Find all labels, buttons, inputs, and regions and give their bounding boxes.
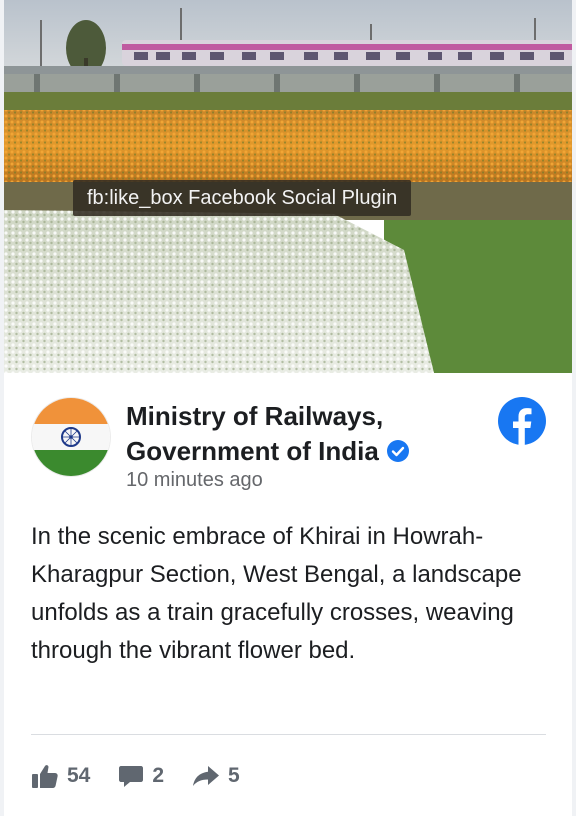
page-name-link[interactable]: Ministry of Railways, Government of Indi…: [126, 399, 466, 469]
verified-badge-icon: [386, 440, 409, 462]
post-timestamp[interactable]: 10 minutes ago: [126, 469, 263, 492]
comment-count: 2: [152, 764, 165, 787]
tooltip-text: fb:like_box Facebook Social Plugin: [87, 186, 398, 209]
share-count: 5: [228, 764, 240, 787]
page-avatar[interactable]: [32, 398, 110, 476]
india-flag-icon: [32, 398, 110, 476]
post-photo[interactable]: fb:like_box Facebook Social Plugin: [4, 0, 572, 373]
facebook-post-card: fb:like_box Facebook Social Plugin Minis…: [4, 0, 572, 816]
page-name-text: Ministry of Railways, Government of Indi…: [126, 401, 384, 466]
share-button[interactable]: 5: [192, 764, 240, 788]
social-plugin-tooltip: fb:like_box Facebook Social Plugin: [73, 180, 412, 216]
comment-button[interactable]: 2: [118, 763, 164, 789]
post-message: In the scenic embrace of Khirai in Howra…: [31, 523, 522, 664]
comment-icon: [119, 766, 144, 787]
post-header: Ministry of Railways, Government of Indi…: [4, 373, 572, 503]
facebook-logo-icon[interactable]: [498, 397, 546, 445]
actions-divider: [31, 734, 546, 735]
thumbs-up-icon: [32, 765, 58, 788]
like-button[interactable]: 54: [31, 763, 90, 789]
like-count: 54: [67, 764, 91, 787]
share-arrow-icon: [193, 766, 220, 786]
post-actions: 54 2 5: [31, 758, 268, 794]
